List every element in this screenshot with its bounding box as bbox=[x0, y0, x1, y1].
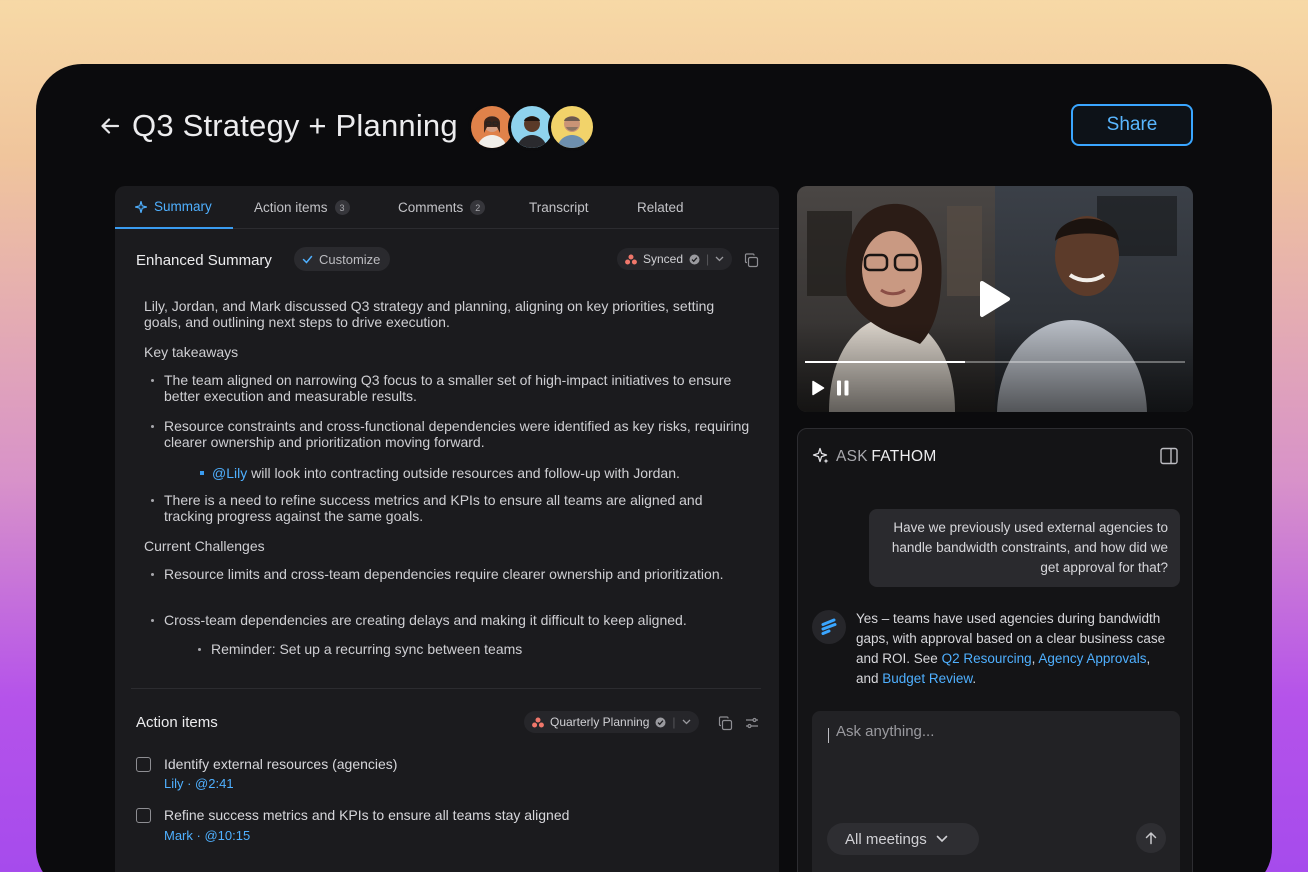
ask-input[interactable] bbox=[836, 723, 1176, 740]
tab-transcript[interactable]: Transcript bbox=[529, 186, 589, 229]
arrow-up-icon bbox=[1145, 832, 1157, 845]
tab-label: Related bbox=[637, 200, 684, 215]
ask-input-box: All meetings bbox=[812, 711, 1180, 872]
count-badge: 2 bbox=[470, 200, 486, 215]
action-item-text: Identify external resources (agencies) bbox=[164, 756, 398, 772]
asana-icon bbox=[625, 254, 637, 264]
progress-track[interactable] bbox=[805, 361, 1185, 363]
reminder-item: Reminder: Set up a recurring sync betwee… bbox=[198, 641, 751, 657]
project-label: Quarterly Planning bbox=[550, 715, 650, 729]
send-button[interactable] bbox=[1136, 823, 1166, 853]
page-title: Q3 Strategy + Planning bbox=[132, 108, 458, 143]
action-items-title: Action items bbox=[136, 714, 218, 731]
back-arrow-icon[interactable] bbox=[96, 108, 124, 144]
challenge-item: Cross-team dependencies are creating del… bbox=[151, 612, 754, 628]
tab-bar: Summary Action items 3 Comments 2 Transc… bbox=[115, 186, 779, 229]
action-item-text: Refine success metrics and KPIs to ensur… bbox=[164, 807, 570, 823]
small-play-icon[interactable] bbox=[811, 380, 825, 401]
scope-label: All meetings bbox=[845, 830, 927, 848]
customize-button[interactable]: Customize bbox=[294, 247, 391, 271]
summary-intro: Lily, Jordan, and Mark discussed Q3 stra… bbox=[144, 298, 715, 330]
takeaway-item: Resource constraints and cross-functiona… bbox=[151, 418, 754, 450]
play-icon[interactable] bbox=[977, 280, 1011, 318]
source-link[interactable]: Budget Review bbox=[882, 671, 972, 686]
title-prefix: ASK bbox=[836, 448, 868, 465]
pause-icon[interactable] bbox=[836, 380, 850, 401]
takeaway-sub-item: @Lily will look into contracting outside… bbox=[200, 465, 772, 481]
ask-fathom-panel: ASK FATHOM Have we previously used exter… bbox=[797, 428, 1193, 872]
source-link[interactable]: Q2 Resourcing bbox=[942, 651, 1032, 666]
chevron-down-icon bbox=[682, 719, 690, 725]
text-cursor bbox=[828, 728, 829, 743]
key-takeaways-heading: Key takeaways bbox=[144, 344, 239, 360]
copy-icon[interactable] bbox=[742, 251, 760, 269]
check-icon bbox=[302, 255, 313, 264]
verified-check-icon bbox=[655, 717, 666, 727]
sparkle-icon bbox=[135, 200, 147, 213]
user-message: Have we previously used external agencie… bbox=[869, 509, 1180, 587]
video-player[interactable] bbox=[797, 186, 1193, 412]
copy-icon[interactable] bbox=[716, 714, 734, 732]
tab-label: Summary bbox=[154, 199, 212, 214]
summary-panel: Summary Action items 3 Comments 2 Transc… bbox=[115, 186, 779, 872]
share-button[interactable]: Share bbox=[1071, 104, 1193, 146]
meeting-scope-dropdown[interactable]: All meetings bbox=[827, 823, 979, 855]
count-badge: 3 bbox=[334, 200, 350, 215]
user-mention[interactable]: @Lily bbox=[212, 465, 247, 481]
takeaway-item: The team aligned on narrowing Q3 focus t… bbox=[151, 372, 754, 404]
tab-label: Transcript bbox=[529, 200, 589, 215]
filter-settings-icon[interactable] bbox=[743, 714, 761, 732]
fathom-logo-icon bbox=[812, 610, 846, 644]
summary-title: Enhanced Summary bbox=[136, 252, 272, 269]
asana-icon bbox=[532, 717, 544, 727]
answer-text: . bbox=[972, 671, 977, 686]
sidebar-toggle-icon[interactable] bbox=[1160, 447, 1178, 470]
tab-comments[interactable]: Comments 2 bbox=[398, 186, 486, 229]
verified-check-icon bbox=[689, 254, 700, 264]
takeaway-item: There is a need to refine success metric… bbox=[151, 492, 754, 524]
action-item-checkbox[interactable] bbox=[136, 757, 151, 772]
tab-related[interactable]: Related bbox=[637, 186, 684, 229]
chevron-down-icon bbox=[715, 256, 724, 262]
progress-fill bbox=[805, 361, 965, 363]
source-link[interactable]: Agency Approvals bbox=[1038, 651, 1146, 666]
tab-summary[interactable]: Summary bbox=[115, 186, 233, 229]
tab-label: Comments bbox=[398, 200, 464, 215]
sync-label: Synced bbox=[643, 252, 684, 266]
sync-status-dropdown[interactable]: Synced | bbox=[617, 248, 733, 270]
section-divider bbox=[131, 688, 761, 689]
title-brand: FATHOM bbox=[871, 448, 937, 465]
tab-label: Action items bbox=[254, 200, 328, 215]
avatar[interactable] bbox=[548, 103, 596, 151]
project-dropdown[interactable]: Quarterly Planning | bbox=[524, 711, 699, 733]
tab-action-items[interactable]: Action items 3 bbox=[254, 186, 350, 229]
challenge-item: Resource limits and cross-team dependenc… bbox=[151, 566, 754, 582]
sparkle-icon bbox=[812, 447, 830, 470]
action-item-checkbox[interactable] bbox=[136, 808, 151, 823]
chevron-down-icon bbox=[936, 835, 948, 843]
ask-panel-title: ASK FATHOM bbox=[836, 448, 937, 466]
challenges-heading: Current Challenges bbox=[144, 538, 265, 554]
sub-item-text: will look into contracting outside resou… bbox=[247, 465, 680, 481]
assistant-message: Yes – teams have used agencies during ba… bbox=[856, 609, 1176, 689]
customize-label: Customize bbox=[319, 251, 381, 267]
action-item-meta[interactable]: Lily · @2:41 bbox=[164, 776, 234, 791]
action-item-meta[interactable]: Mark · @10:15 bbox=[164, 828, 250, 843]
